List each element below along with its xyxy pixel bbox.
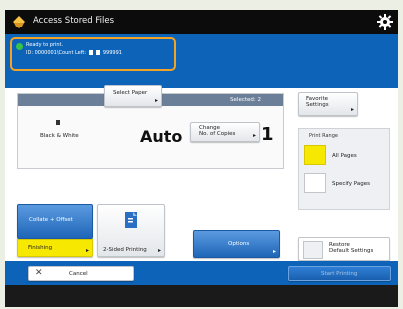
window-title: Access Stored Files — [33, 16, 115, 26]
status-message: Ready to print. — [26, 42, 64, 48]
status-area[interactable]: Ready to print. ID: 0000001\Count Left: … — [10, 37, 176, 71]
specify-pages-option[interactable] — [304, 173, 326, 193]
change-copies-line2: No. of Copies — [199, 131, 236, 137]
favorite-label: Favorite Settings — [306, 96, 329, 108]
submenu-arrow-icon: ▸ — [252, 132, 256, 139]
restore-label: Restore Default Settings — [329, 242, 373, 254]
start-printing-label: Start Printing — [321, 271, 358, 277]
options-label: Options — [228, 241, 250, 247]
options-button[interactable]: Options ▸ — [193, 230, 280, 258]
select-paper-button[interactable]: Select Paper ▸ — [104, 85, 162, 107]
submenu-arrow-icon: ▸ — [154, 97, 158, 104]
ready-status-icon — [16, 43, 23, 50]
folder-icon — [13, 16, 25, 28]
favorite-settings-button[interactable]: Favorite Settings ▸ — [298, 92, 358, 116]
title-bar: Access Stored Files — [5, 10, 398, 34]
cancel-label: Cancel — [69, 271, 88, 277]
submenu-arrow-icon: ▸ — [85, 247, 89, 254]
two-sided-icon — [125, 212, 137, 228]
count-left-value: 999991 — [102, 50, 122, 56]
print-range-group: Print Range All Pages Specify Pages — [298, 128, 390, 210]
restore-default-button[interactable]: Restore Default Settings — [298, 237, 390, 261]
count-info: ID: 0000001\Count Left: 999991 — [26, 50, 122, 56]
cancel-button[interactable]: ✕ Cancel — [28, 266, 134, 281]
restore-line2: Default Settings — [329, 248, 374, 254]
all-pages-label: All Pages — [332, 153, 357, 159]
all-pages-option[interactable] — [304, 145, 326, 165]
finishing-button[interactable]: Finishing ▸ — [17, 239, 93, 257]
bw-counter-icon — [88, 50, 93, 55]
submenu-arrow-icon: ▸ — [157, 247, 161, 254]
start-printing-button[interactable]: Start Printing — [288, 266, 391, 281]
copies-count: 1 — [261, 124, 274, 145]
favorite-line2: Settings — [306, 102, 329, 108]
paper-value: Auto — [140, 127, 183, 146]
bottom-bar: ✕ Cancel Start Printing — [5, 261, 398, 285]
collate-offset-button[interactable]: Collate + Offset — [17, 204, 93, 239]
black-white-icon — [56, 120, 60, 125]
change-copies-button[interactable]: Change No. of Copies ▸ — [190, 122, 260, 142]
count-prefix: ID: 0000001\Count Left: — [26, 50, 87, 56]
finishing-label: Finishing — [28, 245, 53, 251]
specify-pages-label: Specify Pages — [332, 181, 370, 187]
screen: Access Stored Files Ready to print. ID: … — [5, 10, 398, 307]
two-sided-label: 2-Sided Printing — [103, 247, 147, 253]
selected-count: Selected: 2 — [230, 97, 261, 103]
restore-icon — [303, 241, 323, 259]
two-sided-printing-button[interactable]: 2-Sided Printing ▸ — [97, 204, 165, 257]
color-mode-label: Black & White — [40, 133, 79, 139]
submenu-arrow-icon: ▸ — [350, 106, 354, 113]
close-icon: ✕ — [35, 268, 43, 278]
print-range-header: Print Range — [309, 133, 338, 139]
color-counter-icon — [96, 50, 101, 55]
select-paper-label: Select Paper — [113, 90, 148, 96]
submenu-arrow-icon: ▸ — [272, 248, 276, 255]
status-bar: Ready to print. ID: 0000001\Count Left: … — [5, 34, 398, 88]
gear-icon[interactable] — [377, 14, 393, 30]
change-copies-label: Change No. of Copies — [199, 125, 235, 137]
collate-label: Collate + Offset — [29, 217, 73, 223]
